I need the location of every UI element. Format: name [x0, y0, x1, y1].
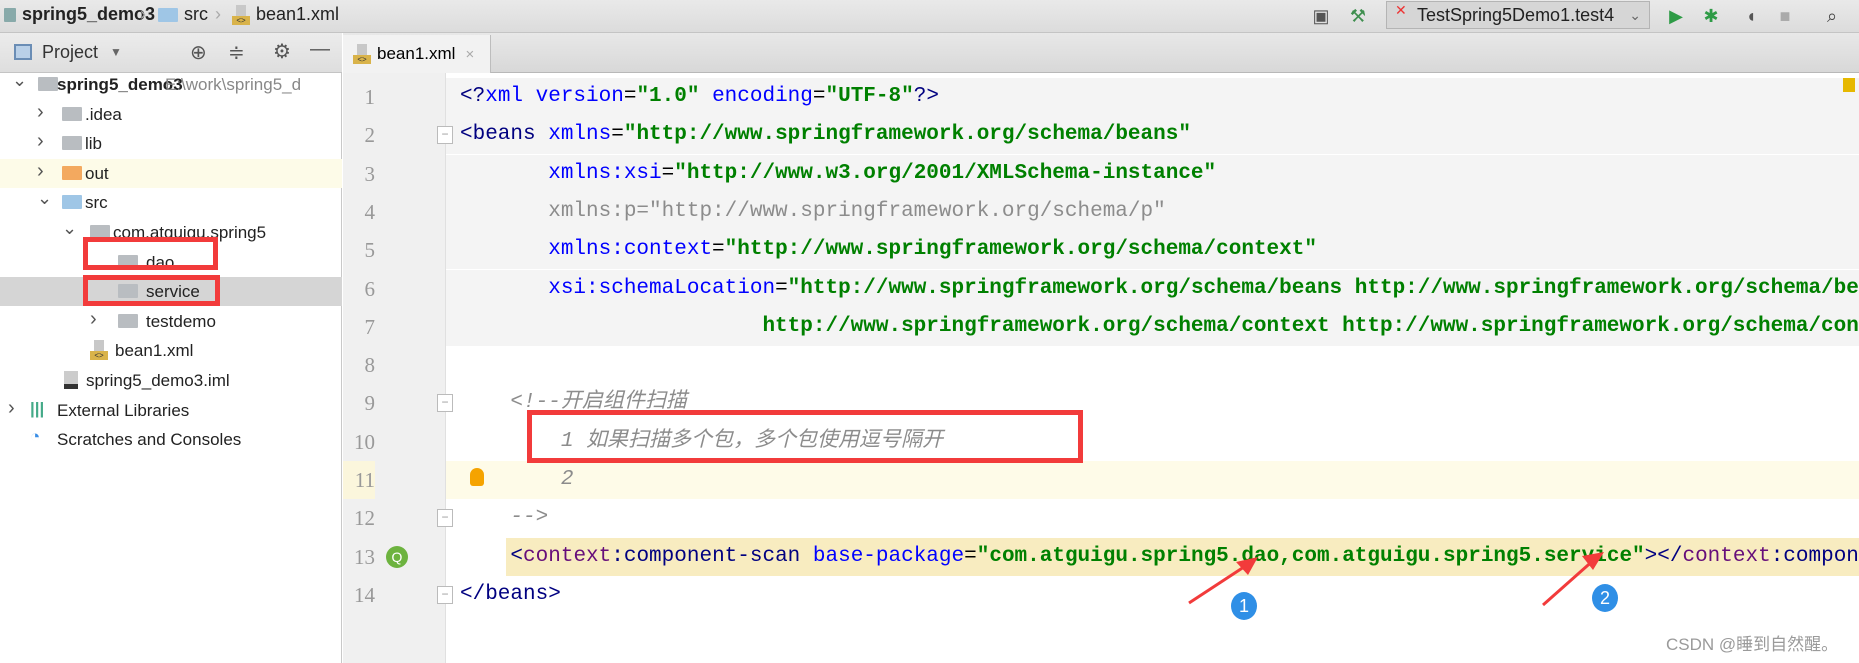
- watermark: CSDN @睡到自然醒。: [1666, 635, 1839, 654]
- annotation-badge-2: 2: [1592, 584, 1618, 612]
- annotation-badge-1: 1: [1231, 592, 1257, 620]
- annotation-arrows: [1188, 552, 1604, 607]
